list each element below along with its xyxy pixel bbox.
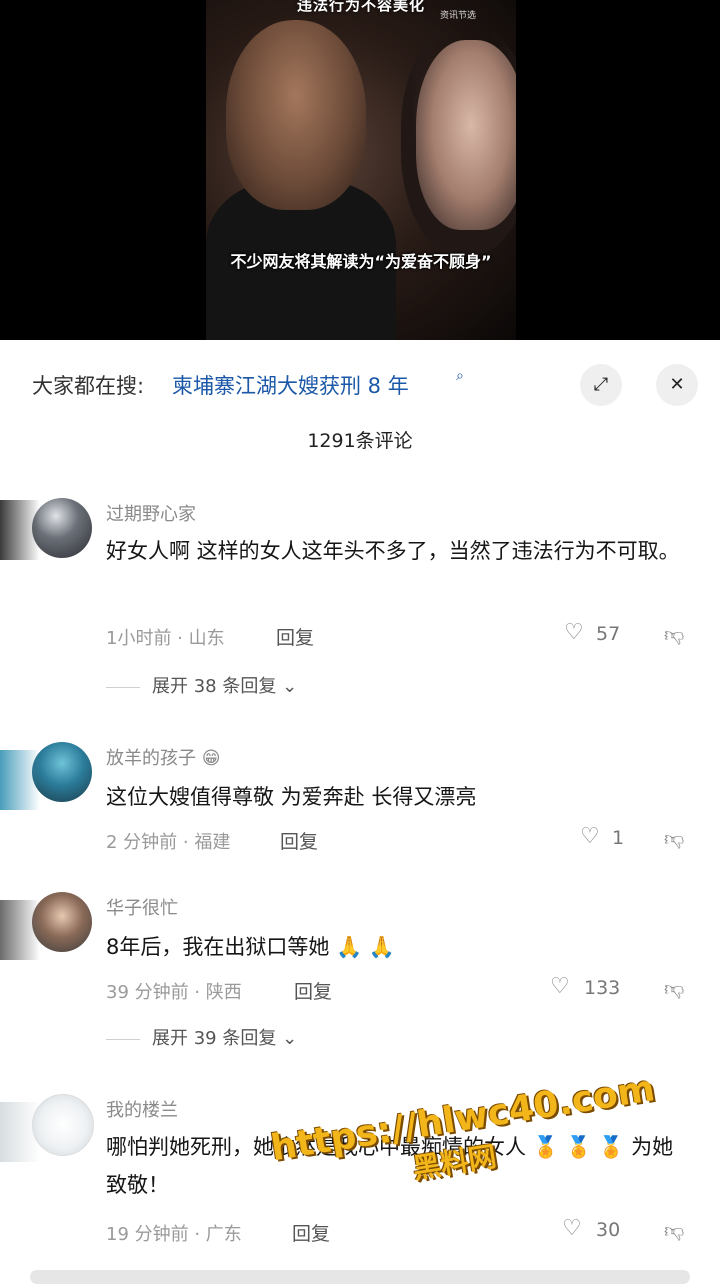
edge-artifact bbox=[0, 500, 40, 560]
like-count: 30 bbox=[596, 1219, 621, 1241]
bottom-input-bar[interactable] bbox=[30, 1270, 690, 1284]
search-suggestion-row[interactable]: 大家都在搜: 柬埔寨江湖大嫂获刑 8 年 ⌕ ⤢ ✕ bbox=[0, 360, 720, 410]
reply-button[interactable]: 回复 bbox=[292, 1219, 330, 1246]
grin-emoji-icon: 😁 bbox=[201, 748, 221, 769]
comment-username-text: 放羊的孩子 bbox=[106, 748, 196, 769]
expand-replies-button[interactable]: 展开 38 条回复 ⌄ bbox=[106, 672, 297, 698]
dislike-icon[interactable]: 👎︎ bbox=[664, 1218, 684, 1243]
avatar[interactable] bbox=[32, 1094, 94, 1156]
comment-username[interactable]: 过期野心家 bbox=[106, 500, 196, 526]
video-letterbox-right bbox=[516, 0, 720, 340]
like-count: 57 bbox=[596, 623, 621, 645]
like-heart-icon[interactable]: ♡ bbox=[550, 974, 570, 999]
comment-time-location: 2 分钟前 · 福建 bbox=[106, 832, 231, 853]
close-icon[interactable]: ✕ bbox=[656, 364, 698, 406]
expand-replies-button[interactable]: 展开 39 条回复 ⌄ bbox=[106, 1024, 297, 1050]
search-icon: ⌕ bbox=[456, 368, 464, 384]
video-watermark: 资讯节选 bbox=[439, 11, 476, 21]
comment-count-title: 1291条评论 bbox=[307, 430, 413, 452]
chevron-down-icon: ⌄ bbox=[282, 676, 298, 697]
expand-icon[interactable]: ⤢ bbox=[580, 364, 622, 406]
divider-line bbox=[106, 686, 140, 688]
reply-button[interactable]: 回复 bbox=[280, 827, 318, 854]
like-count: 1 bbox=[612, 827, 625, 849]
comment-text: 好女人啊 这样的女人这年头不多了，当然了违法行为不可取。 bbox=[106, 539, 680, 563]
chevron-down-icon: ⌄ bbox=[282, 1028, 298, 1049]
edge-artifact bbox=[0, 900, 40, 960]
like-heart-icon[interactable]: ♡ bbox=[564, 620, 584, 645]
expand-replies-label: 展开 38 条回复 bbox=[152, 676, 277, 697]
like-count: 133 bbox=[584, 977, 621, 999]
video-caption: 不少网友将其解读为“为爱奋不顾身” bbox=[230, 252, 492, 271]
dislike-icon[interactable]: 👎︎ bbox=[664, 622, 684, 647]
comment-username[interactable]: 华子很忙 bbox=[106, 894, 178, 920]
like-heart-icon[interactable]: ♡ bbox=[562, 1216, 582, 1241]
comment-time-location: 1小时前 · 山东 bbox=[106, 628, 225, 649]
comment-text: 8年后，我在出狱口等她 🙏 🙏 bbox=[106, 935, 396, 959]
avatar[interactable] bbox=[32, 498, 92, 558]
comment-username[interactable]: 放羊的孩子 😁 bbox=[106, 744, 221, 770]
video-person-face bbox=[226, 20, 366, 210]
comment-username[interactable]: 我的楼兰 bbox=[106, 1096, 178, 1122]
search-term-link[interactable]: 柬埔寨江湖大嫂获刑 8 年 bbox=[172, 370, 409, 400]
divider-line bbox=[106, 1038, 140, 1040]
search-prefix: 大家都在搜: bbox=[32, 374, 145, 398]
avatar[interactable] bbox=[32, 742, 92, 802]
comment-time-location: 19 分钟前 · 广东 bbox=[106, 1224, 242, 1245]
edge-artifact bbox=[0, 750, 40, 810]
like-heart-icon[interactable]: ♡ bbox=[580, 824, 600, 849]
video-person-face-blurred bbox=[416, 40, 516, 230]
video-letterbox-left bbox=[0, 0, 206, 340]
reply-button[interactable]: 回复 bbox=[276, 623, 314, 650]
comment-text: 这位大嫂值得尊敬 为爱奔赴 长得又漂亮 bbox=[106, 785, 477, 809]
avatar[interactable] bbox=[32, 892, 92, 952]
comment-time-location: 39 分钟前 · 陕西 bbox=[106, 982, 242, 1003]
dislike-icon[interactable]: 👎︎ bbox=[664, 826, 684, 851]
reply-button[interactable]: 回复 bbox=[294, 977, 332, 1004]
edge-artifact bbox=[0, 1102, 40, 1162]
expand-replies-label: 展开 39 条回复 bbox=[152, 1028, 277, 1049]
dislike-icon[interactable]: 👎︎ bbox=[664, 976, 684, 1001]
video-player[interactable]: 违法行为不容美化 资讯节选 不少网友将其解读为“为爱奋不顾身” bbox=[206, 0, 516, 340]
